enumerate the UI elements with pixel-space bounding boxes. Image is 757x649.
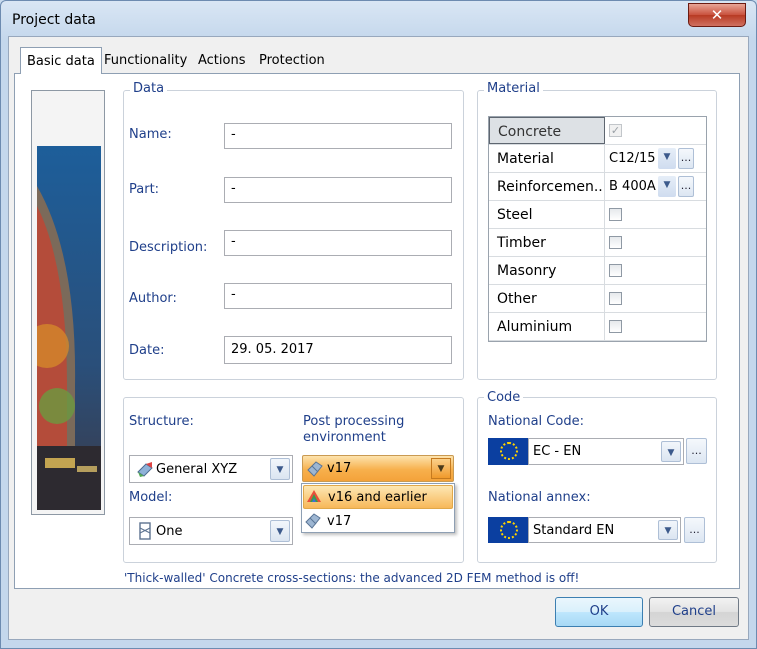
structure-combo[interactable]: General XYZ ▼ [129, 455, 293, 483]
model-combo[interactable]: One ▼ [129, 517, 293, 545]
chevron-down-icon[interactable]: ▼ [270, 520, 290, 542]
masonry-checkbox[interactable] [609, 264, 622, 277]
material-table: Concrete ✓ Material C12/15 ▼ ... Reinfor… [488, 116, 707, 342]
material-row-timber: Timber [489, 229, 706, 257]
material-name: Material [489, 145, 605, 172]
v17-icon [307, 461, 323, 477]
material-row-reinforcement: Reinforcemen... B 400A ▼ ... [489, 173, 706, 201]
material-row-other: Other [489, 285, 706, 313]
tab-actions[interactable]: Actions [192, 47, 252, 73]
national-annex-more-button[interactable]: ... [684, 517, 705, 543]
close-button[interactable]: ✕ [688, 3, 746, 27]
option-v16-and-earlier[interactable]: v16 and earlier [303, 485, 453, 509]
material-more-button[interactable]: ... [678, 148, 694, 169]
material-row-aluminium: Aluminium [489, 313, 706, 341]
material-row-material: Material C12/15 ▼ ... [489, 145, 706, 173]
project-image-frame [31, 90, 105, 515]
chevron-down-icon[interactable]: ▼ [431, 458, 451, 479]
tab-functionality[interactable]: Functionality [98, 47, 193, 73]
data-group-title: Data [130, 81, 168, 96]
part-label: Part: [129, 182, 160, 197]
tab-protection[interactable]: Protection [253, 47, 331, 73]
description-label: Description: [129, 240, 208, 255]
option-v17[interactable]: v17 [303, 510, 453, 532]
national-code-value: EC - EN [533, 444, 582, 459]
timber-checkbox[interactable] [609, 236, 622, 249]
material-row-concrete: Concrete ✓ [489, 117, 706, 145]
window-title: Project data [12, 12, 96, 28]
v17-icon [305, 513, 321, 529]
code-group-title: Code [484, 390, 524, 405]
reinforcement-more-button[interactable]: ... [678, 176, 694, 197]
author-label: Author: [129, 291, 177, 306]
option-label: v16 and earlier [328, 490, 427, 505]
material-name: Reinforcemen... [489, 173, 605, 200]
ok-button[interactable]: OK [555, 597, 643, 627]
chevron-down-icon[interactable]: ▼ [658, 520, 678, 540]
date-label: Date: [129, 343, 165, 358]
model-value: One [156, 524, 183, 539]
material-name: Timber [489, 229, 605, 256]
other-checkbox[interactable] [609, 292, 622, 305]
aluminium-checkbox[interactable] [609, 320, 622, 333]
chevron-down-icon[interactable]: ▼ [270, 458, 290, 480]
material-row-steel: Steel [489, 201, 706, 229]
material-name: Concrete [489, 117, 605, 144]
eu-flag-icon [488, 517, 528, 543]
material-value: C12/15 [609, 151, 656, 166]
model-icon [139, 522, 151, 540]
chevron-down-icon[interactable]: ▼ [658, 176, 676, 197]
material-combo[interactable]: C12/15 ▼ ... [605, 145, 706, 172]
postproc-combo[interactable]: v17 ▼ [302, 455, 454, 482]
tab-basic-data[interactable]: Basic data [20, 47, 102, 74]
title-bar[interactable]: Project data [1, 1, 756, 39]
project-image [37, 146, 101, 510]
structure-value: General XYZ [156, 462, 238, 477]
material-name: Other [489, 285, 605, 312]
model-label: Model: [129, 490, 173, 505]
postproc-value: v17 [327, 461, 352, 476]
national-annex-value: Standard EN [533, 523, 615, 538]
chevron-down-icon[interactable]: ▼ [658, 148, 676, 169]
option-label: v17 [327, 514, 352, 529]
material-row-masonry: Masonry [489, 257, 706, 285]
structure-label: Structure: [129, 414, 194, 429]
v16-icon [307, 490, 321, 502]
postproc-label: Post processing environment [303, 414, 405, 445]
cancel-button[interactable]: Cancel [649, 597, 739, 627]
material-name: Masonry [489, 257, 605, 284]
national-annex-label: National annex: [488, 490, 591, 505]
national-annex-combo[interactable]: Standard EN ▼ [528, 517, 681, 543]
reinforcement-combo[interactable]: B 400A ▼ ... [605, 173, 706, 200]
description-field[interactable]: - [224, 230, 452, 256]
material-name: Steel [489, 201, 605, 228]
date-field[interactable]: 29. 05. 2017 [224, 336, 452, 364]
chevron-down-icon[interactable]: ▼ [661, 441, 681, 462]
national-code-combo[interactable]: EC - EN ▼ [528, 438, 684, 465]
concrete-checkbox: ✓ [609, 124, 622, 137]
author-field[interactable]: - [224, 283, 452, 309]
reinforcement-value: B 400A [609, 179, 656, 194]
name-field[interactable]: - [224, 123, 452, 149]
eu-flag-icon [488, 438, 528, 465]
national-code-more-button[interactable]: ... [686, 438, 707, 464]
national-code-label: National Code: [488, 414, 584, 429]
material-name: Aluminium [489, 313, 605, 340]
postproc-dropdown-list: v16 and earlier v17 [301, 483, 455, 533]
steel-checkbox[interactable] [609, 208, 622, 221]
material-group-title: Material [484, 81, 543, 96]
part-field[interactable]: - [224, 177, 452, 203]
status-message: 'Thick-walled' Concrete cross-sections: … [124, 571, 580, 585]
structure-icon [137, 462, 153, 477]
name-label: Name: [129, 127, 172, 142]
